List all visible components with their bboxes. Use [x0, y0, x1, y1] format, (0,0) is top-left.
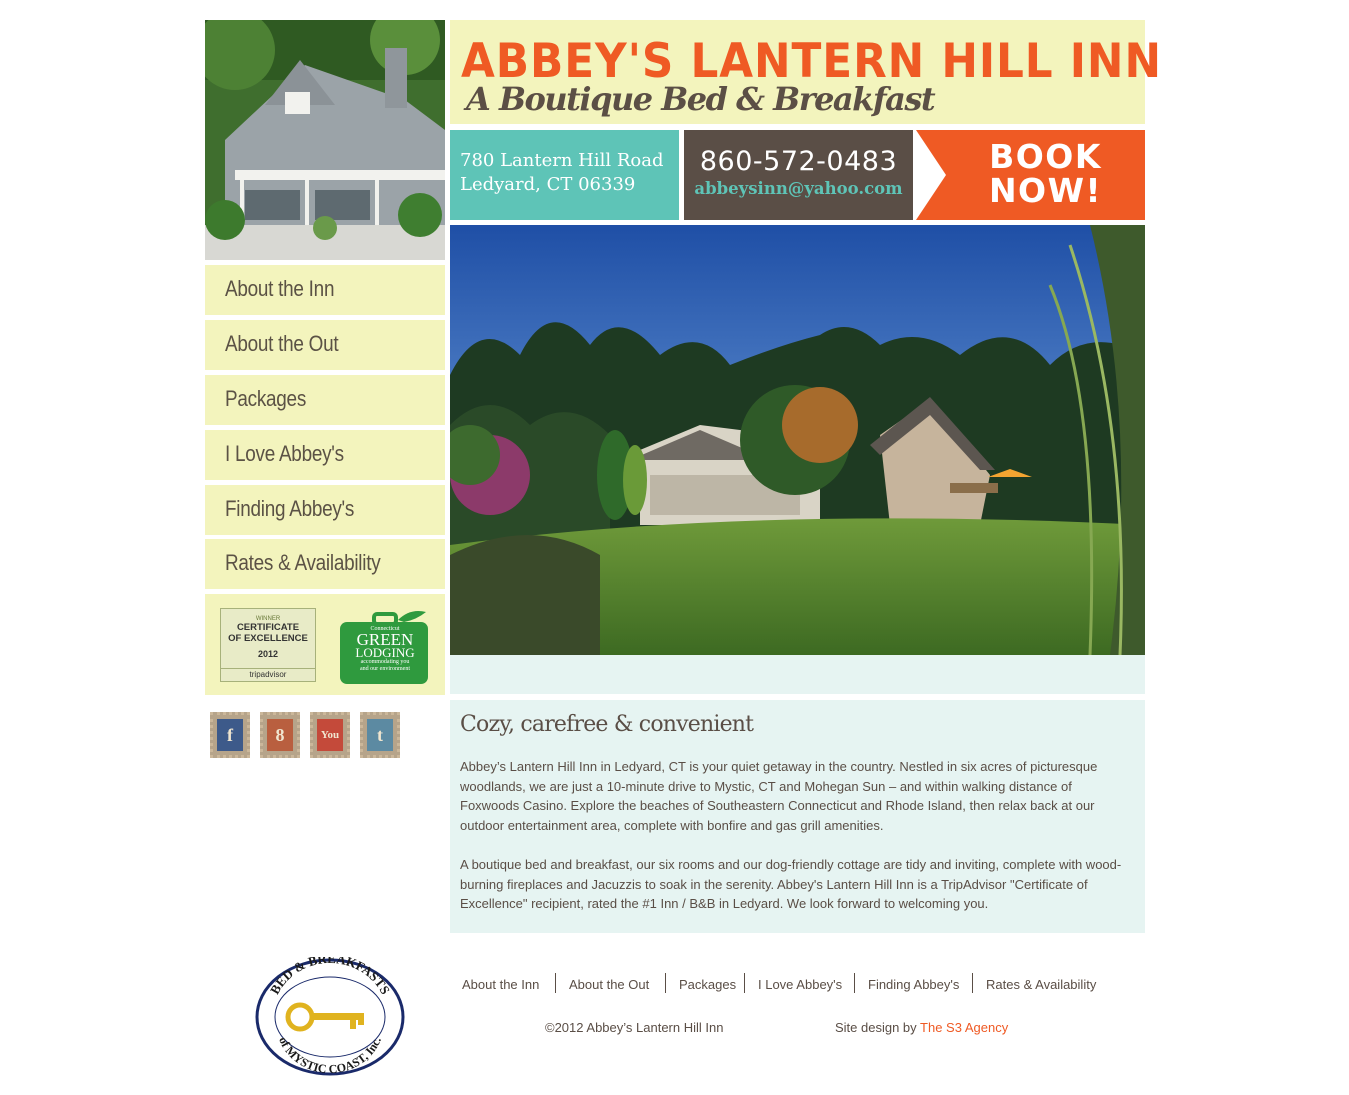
footer-divider: [854, 973, 855, 993]
sidebar-item-label: About the Inn: [225, 276, 335, 301]
book-now-button[interactable]: BOOK NOW!: [916, 130, 1145, 220]
footer-link-packages[interactable]: Packages: [679, 977, 736, 992]
sidebar-item-label: I Love Abbey's: [225, 441, 344, 466]
footer-divider: [744, 973, 745, 993]
footer-divider: [665, 973, 666, 993]
facebook-icon[interactable]: f: [210, 712, 250, 758]
badge-excellence-text: OF EXCELLENCE: [228, 633, 308, 644]
address-block: 780 Lantern Hill Road Ledyard, CT 06339: [450, 130, 679, 220]
twitter-icon[interactable]: t: [360, 712, 400, 758]
sidebar-item-i-love-abbeys[interactable]: I Love Abbey's: [205, 430, 445, 480]
badge-certificate-text: CERTIFICATE: [236, 622, 300, 633]
sidebar-item-label: About the Out: [225, 331, 339, 356]
green-badge-line2: LODGING: [355, 645, 415, 660]
footer-divider: [555, 973, 556, 993]
header-banner[interactable]: ABBEY'S LANTERN HILL INN A Boutique Bed …: [450, 20, 1161, 124]
credit-prefix: Site design by: [835, 1020, 921, 1035]
twitter-glyph: t: [367, 719, 393, 751]
badge-brand: tripadvisor: [221, 668, 315, 679]
sidebar-item-label: Packages: [225, 386, 307, 411]
intro-paragraph-2: A boutique bed and breakfast, our six ro…: [460, 857, 1122, 912]
book-label-line1: BOOK: [989, 137, 1102, 176]
sidebar-item-rates[interactable]: Rates & Availability: [205, 539, 445, 589]
tripadvisor-certificate-badge[interactable]: WINNER CERTIFICATE OF EXCELLENCE 2012 tr…: [220, 608, 316, 682]
sidebar-item-about-out[interactable]: About the Out: [205, 320, 445, 370]
google-plus-glyph: 8: [267, 719, 293, 751]
footer-link-finding-abbeys[interactable]: Finding Abbey's: [868, 977, 959, 992]
youtube-glyph: You: [317, 719, 343, 751]
intro-paragraph-1: Abbey’s Lantern Hill Inn in Ledyard, CT …: [460, 759, 1098, 833]
google-plus-icon[interactable]: 8: [260, 712, 300, 758]
intro-heading: Cozy, carefree & convenient: [460, 712, 754, 737]
footer-link-about-inn[interactable]: About the Inn: [462, 977, 539, 992]
book-now-label: BOOK NOW!: [946, 140, 1145, 208]
book-label-line2: NOW!: [988, 171, 1103, 210]
footer-divider: [972, 973, 973, 993]
footer-link-i-love-abbeys[interactable]: I Love Abbey's: [758, 977, 842, 992]
credit-link[interactable]: The S3 Agency: [920, 1020, 1008, 1035]
site-credit: Site design by The S3 Agency: [835, 1020, 1008, 1035]
copyright-text: ©2012 Abbey’s Lantern Hill Inn: [545, 1020, 724, 1035]
sidebar-item-about-inn[interactable]: About the Inn: [205, 265, 445, 315]
facebook-glyph: f: [217, 719, 243, 751]
awards-panel: WINNER CERTIFICATE OF EXCELLENCE 2012 tr…: [205, 594, 445, 695]
hero-caption-strip: [450, 655, 1145, 694]
sidebar-item-label: Rates & Availability: [225, 550, 381, 575]
phone-number[interactable]: 860-572-0483: [684, 146, 913, 177]
contact-block: 860-572-0483 abbeysinn@yahoo.com: [684, 130, 913, 220]
mystic-coast-bnb-seal[interactable]: BED & BREAKFASTS of MYSTIC COAST, Inc.: [254, 951, 406, 1077]
youtube-icon[interactable]: You: [310, 712, 350, 758]
house-photo: [205, 20, 445, 260]
arrow-notch-icon: [916, 130, 946, 220]
address-line2: Ledyard, CT 06339: [460, 174, 636, 195]
address-line1: 780 Lantern Hill Road: [460, 150, 664, 171]
green-badge-sub1: accommodating you: [360, 659, 410, 665]
intro-section: Cozy, carefree & convenient Abbey’s Lant…: [450, 700, 1145, 933]
hero-photo: [450, 225, 1145, 655]
footer-link-rates[interactable]: Rates & Availability: [986, 977, 1096, 992]
site-tagline: A Boutique Bed & Breakfast: [466, 80, 936, 118]
sidebar-item-label: Finding Abbey's: [225, 496, 355, 521]
green-lodging-badge[interactable]: Connecticut GREEN LODGING accommodating …: [340, 606, 430, 684]
email-link[interactable]: abbeysinn@yahoo.com: [684, 179, 913, 198]
sidebar-item-finding-abbeys[interactable]: Finding Abbey's: [205, 485, 445, 535]
green-badge-sub2: and our environment: [360, 666, 410, 672]
sidebar-item-packages[interactable]: Packages: [205, 375, 445, 425]
footer-link-about-out[interactable]: About the Out: [569, 977, 649, 992]
badge-year: 2012: [257, 649, 279, 659]
